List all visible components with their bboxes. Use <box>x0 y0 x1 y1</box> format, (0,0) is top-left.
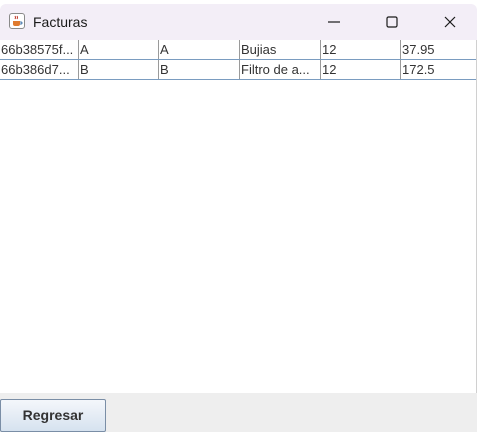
table-row[interactable]: 66b386d7... B B Filtro de a... 12 172.5 <box>0 60 477 80</box>
minimize-button[interactable] <box>305 4 363 40</box>
table-cell[interactable]: 172.5 <box>400 60 477 79</box>
table-cell[interactable]: 12 <box>320 40 400 59</box>
window-title: Facturas <box>33 14 88 30</box>
maximize-button[interactable] <box>363 4 421 40</box>
facturas-table[interactable]: 66b38575f... A A Bujias 12 37.95 66b386d… <box>0 40 477 80</box>
footer-panel: Regresar <box>0 393 477 432</box>
table-cell[interactable]: A <box>78 40 158 59</box>
table-cell[interactable]: 37.95 <box>400 40 477 59</box>
maximize-icon <box>386 16 398 28</box>
table-cell[interactable]: B <box>78 60 158 79</box>
table-row[interactable]: 66b38575f... A A Bujias 12 37.95 <box>0 40 477 60</box>
regresar-button[interactable]: Regresar <box>0 399 106 432</box>
java-cup-icon[interactable] <box>9 13 25 29</box>
table-cell[interactable]: Bujias <box>239 40 320 59</box>
table-cell[interactable]: B <box>158 60 239 79</box>
table-cell[interactable]: A <box>158 40 239 59</box>
close-icon <box>444 16 456 28</box>
table-cell[interactable]: 66b38575f... <box>0 40 78 59</box>
close-button[interactable] <box>421 4 477 40</box>
title-bar[interactable]: Facturas <box>0 4 477 40</box>
table-cell[interactable]: 12 <box>320 60 400 79</box>
table-cell[interactable]: Filtro de a... <box>239 60 320 79</box>
table-cell[interactable]: 66b386d7... <box>0 60 78 79</box>
facturas-window: Facturas 66b38575f... A A Bujias 12 37.9… <box>0 0 477 432</box>
minimize-icon <box>328 21 340 23</box>
